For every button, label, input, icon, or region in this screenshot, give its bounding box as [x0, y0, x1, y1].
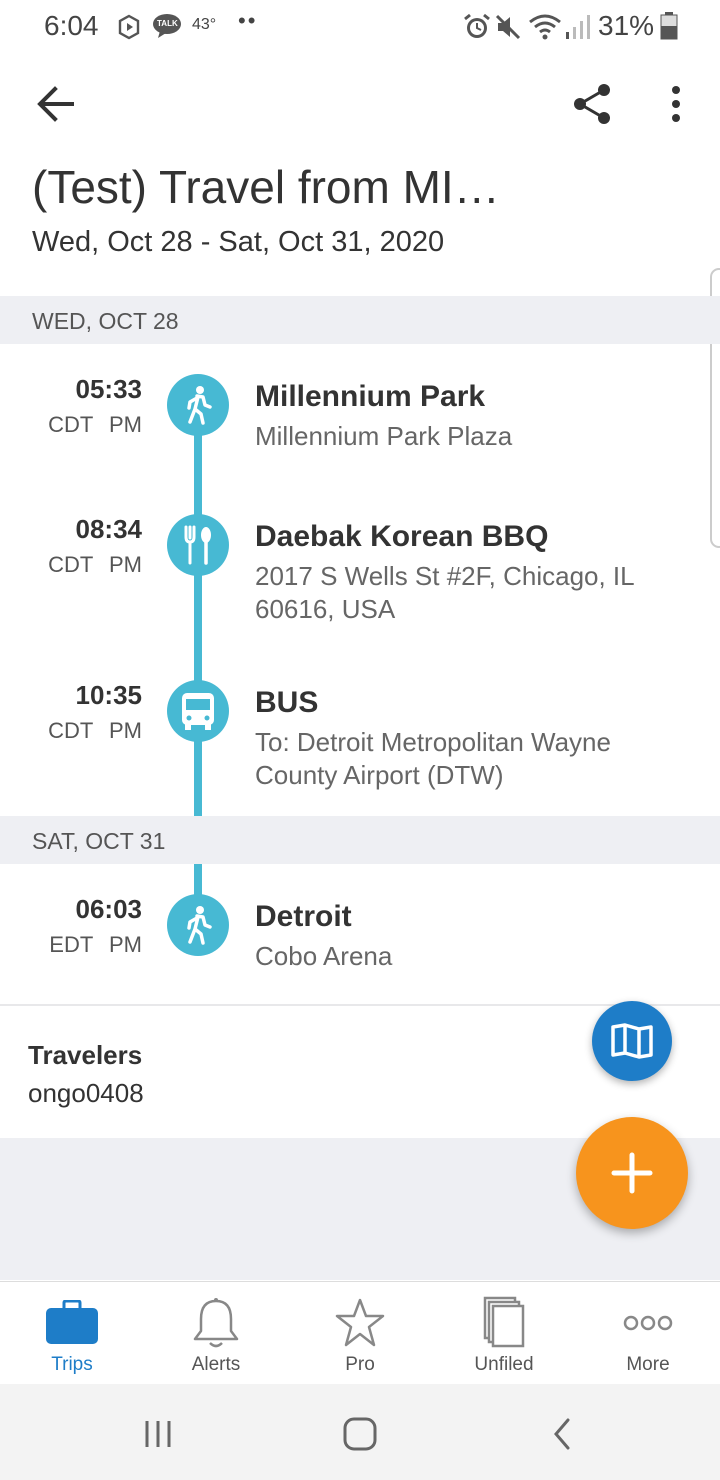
play-circle-icon: [118, 14, 140, 40]
event-timezone: EDT PM: [49, 932, 142, 957]
day-header: WED, OCT 28: [0, 296, 720, 344]
travelers-value: ongo0408: [28, 1078, 144, 1108]
bottom-navigation: Trips Alerts Pro Unfiled More: [0, 1281, 720, 1385]
event-time: 06:03: [75, 894, 143, 924]
more-horiz-icon: [576, 1296, 720, 1350]
add-button[interactable]: [576, 1117, 688, 1229]
status-more-dots: ••: [238, 8, 258, 33]
share-button[interactable]: [564, 76, 620, 132]
wifi-icon: [529, 14, 561, 40]
arrow-left-icon: [37, 86, 74, 122]
timeline-event-millennium-park[interactable]: 05:33 CDT PM Millennium Park Millennium …: [0, 344, 720, 484]
event-subtitle: 2017 S Wells St #2F, Chicago, IL 60616, …: [255, 561, 634, 624]
bus-icon: [167, 680, 229, 742]
status-time: 6:04: [44, 10, 99, 41]
event-title: Daebak Korean BBQ: [255, 520, 549, 553]
bell-icon: [144, 1296, 288, 1350]
map-icon: [611, 1023, 653, 1059]
battery-icon: [660, 12, 678, 40]
home-icon: [343, 1417, 377, 1451]
event-title: Detroit: [255, 900, 352, 933]
nav-item-more[interactable]: More: [576, 1282, 720, 1385]
restaurant-icon: [167, 514, 229, 576]
signal-icon: [566, 15, 590, 39]
event-subtitle: Millennium Park Plaza: [255, 421, 513, 451]
recent-apps-button[interactable]: [130, 1406, 186, 1462]
status-bar: 6:04 TALK 43° •• 31%: [0, 0, 720, 56]
nav-label: Alerts: [191, 1354, 241, 1375]
event-time: 10:35: [75, 680, 143, 710]
timeline-event-bus[interactable]: 10:35 CDT PM BUS To: Detroit Metropolita…: [0, 650, 720, 816]
event-title: BUS: [255, 686, 319, 719]
nav-item-trips[interactable]: Trips: [0, 1282, 144, 1385]
status-temperature: 43°: [192, 16, 217, 33]
map-button[interactable]: [592, 1001, 672, 1081]
system-navigation-bar: [0, 1384, 720, 1480]
event-timezone: CDT PM: [48, 412, 142, 437]
event-subtitle: Cobo Arena: [255, 941, 393, 971]
plus-icon: [611, 1152, 653, 1194]
walking-icon: [167, 374, 229, 436]
overflow-menu-button[interactable]: [648, 76, 704, 132]
star-icon: [288, 1296, 432, 1350]
timeline-event-daebak[interactable]: 08:34 CDT PM Daebak Korean BBQ 2017 S We…: [0, 484, 720, 650]
event-timezone: CDT PM: [48, 718, 142, 743]
system-back-button[interactable]: [534, 1406, 590, 1462]
day-header-label: SAT, OCT 31: [32, 828, 166, 854]
more-vert-icon: [672, 86, 680, 122]
trip-dates: Wed, Oct 28 - Sat, Oct 31, 2020: [32, 226, 445, 258]
battery-percent: 31%: [598, 10, 655, 41]
nav-label: Pro: [345, 1354, 375, 1375]
nav-item-pro[interactable]: Pro: [288, 1282, 432, 1385]
nav-label: More: [626, 1354, 670, 1375]
talk-badge-text: TALK: [157, 19, 178, 28]
travelers-label: Travelers: [28, 1040, 143, 1070]
walking-icon: [167, 894, 229, 956]
system-back-icon: [554, 1418, 570, 1450]
day-header-label: WED, OCT 28: [32, 308, 179, 334]
talk-chat-icon: TALK: [152, 13, 182, 39]
alarm-icon: [464, 13, 490, 38]
trip-title: (Test) Travel from MI…: [32, 161, 500, 213]
nav-item-unfiled[interactable]: Unfiled: [432, 1282, 576, 1385]
nav-label: Unfiled: [474, 1354, 534, 1375]
event-title: Millennium Park: [255, 380, 486, 413]
back-button[interactable]: [28, 76, 84, 132]
event-time: 08:34: [75, 514, 143, 544]
event-time: 05:33: [75, 374, 143, 404]
share-icon: [574, 84, 610, 124]
timeline-event-detroit[interactable]: 06:03 EDT PM Detroit Cobo Arena: [0, 864, 720, 1004]
documents-icon: [432, 1296, 576, 1350]
mute-icon: [495, 14, 521, 40]
home-button[interactable]: [332, 1406, 388, 1462]
event-timezone: CDT PM: [48, 552, 142, 577]
briefcase-icon: [0, 1296, 144, 1350]
nav-item-alerts[interactable]: Alerts: [144, 1282, 288, 1385]
day-header: SAT, OCT 31: [0, 816, 720, 864]
nav-label: Trips: [51, 1354, 93, 1375]
event-subtitle: To: Detroit Metropolitan Wayne County Ai…: [255, 727, 611, 790]
recent-apps-icon: [145, 1421, 171, 1447]
